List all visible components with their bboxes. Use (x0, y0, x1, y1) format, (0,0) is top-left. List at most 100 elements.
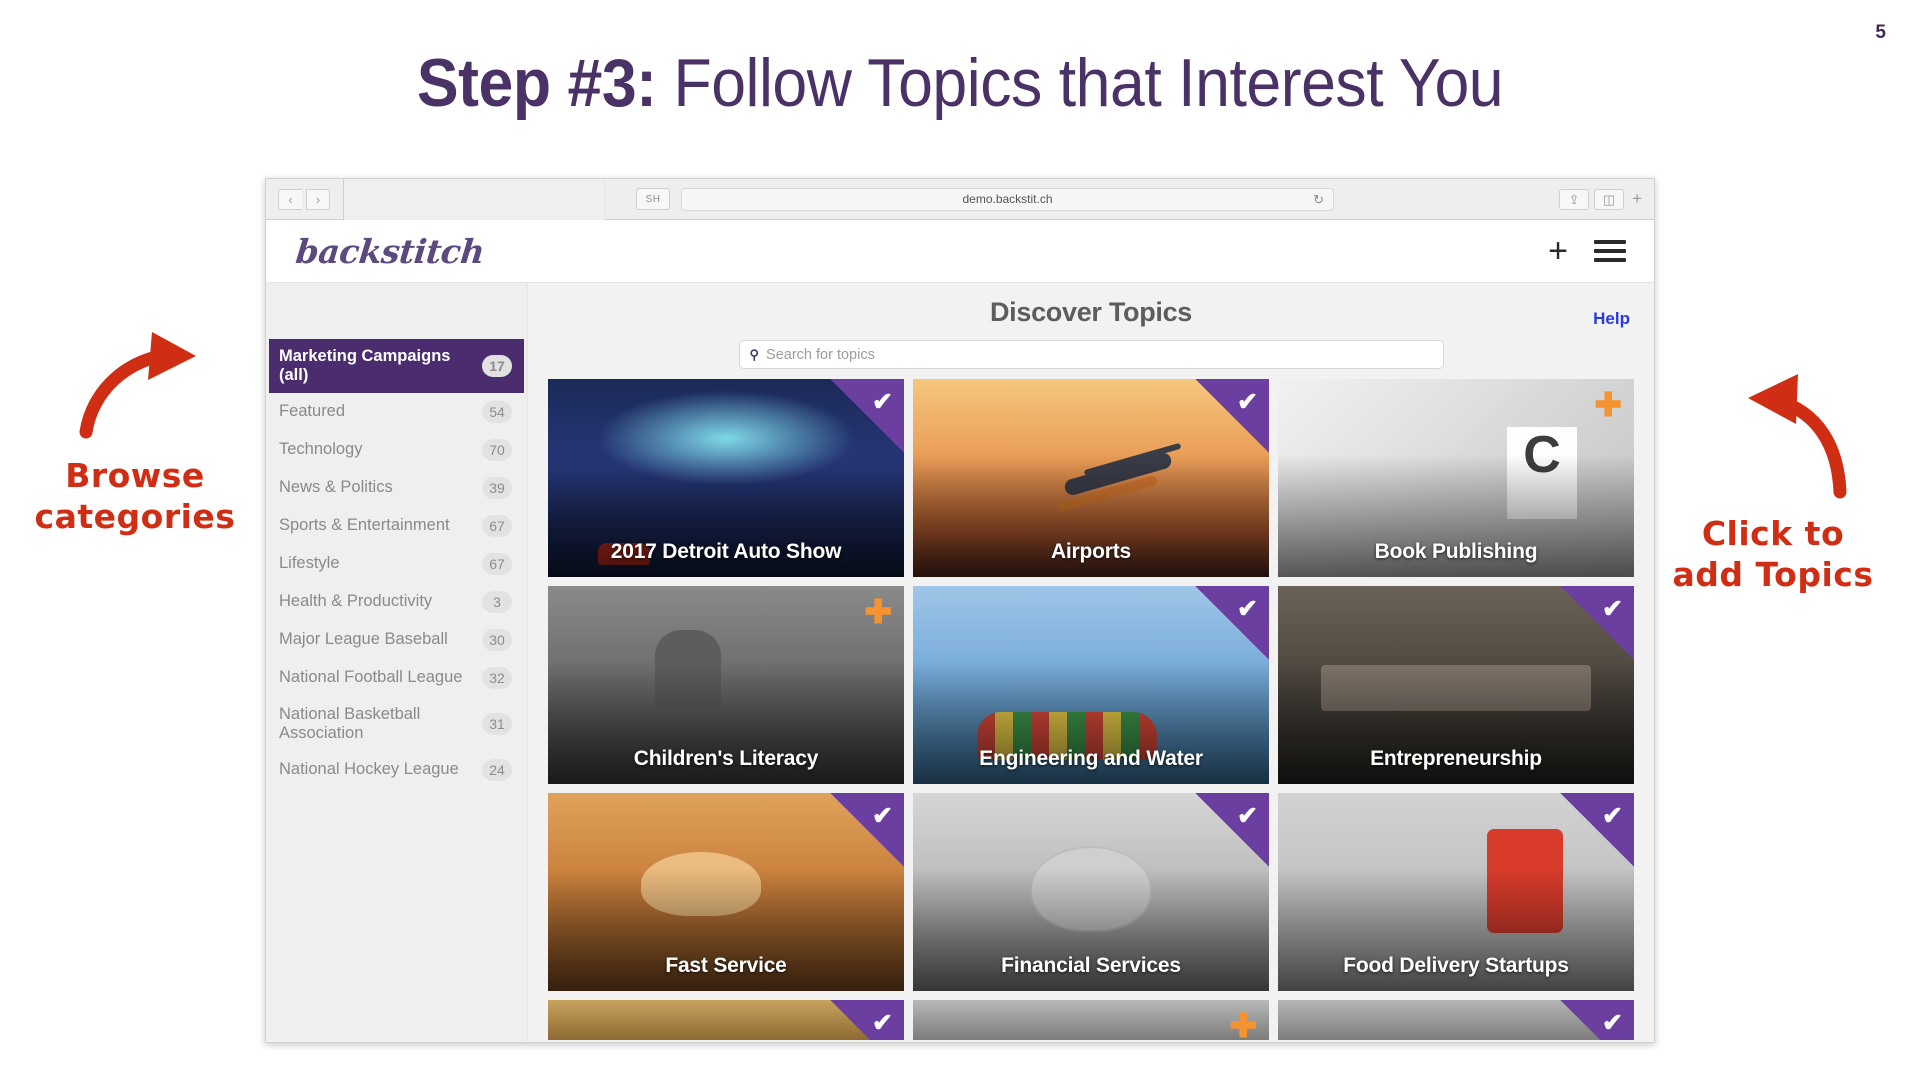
sidebar-item-count: 30 (482, 628, 512, 651)
url-text: demo.backstit.ch (962, 192, 1053, 206)
browser-chrome: ‹ › SH demo.backstit.ch ↻ ⇪ ◫ + (266, 179, 1654, 232)
topic-card-title: 2017 Detroit Auto Show (610, 540, 842, 563)
app-content: Marketing Campaigns (all) 17 Featured 54… (266, 283, 1654, 1042)
sidebar-item-count: 67 (482, 514, 512, 537)
topic-card[interactable]: ✔ Entrepreneurship (1278, 586, 1634, 784)
search-icon: ⚲ (749, 346, 760, 362)
sidebar-item-health-productivity[interactable]: Health & Productivity 3 (269, 583, 524, 621)
sidebar-item-news-politics[interactable]: News & Politics 39 (269, 469, 524, 507)
topic-card-title: Food Delivery Startups (1343, 954, 1569, 977)
search-input[interactable] (766, 346, 1433, 363)
add-topic-icon[interactable]: ✚ (1229, 1009, 1257, 1040)
browser-window: ‹ › SH demo.backstit.ch ↻ ⇪ ◫ + backstit… (265, 178, 1655, 1043)
subscribed-ribbon[interactable]: ✔ (1560, 793, 1634, 867)
sidebar-item-label: National Basketball Association (279, 704, 421, 742)
sidebar-item-count: 70 (482, 438, 512, 461)
app-header: backstitch + (266, 220, 1654, 283)
help-link[interactable]: Help (1593, 309, 1630, 329)
topic-card-image (913, 1000, 1269, 1040)
topic-card[interactable]: ✔ Engineering and Water (913, 586, 1269, 784)
category-sidebar: Marketing Campaigns (all) 17 Featured 54… (266, 283, 528, 1042)
topic-card-title: Entrepreneurship (1370, 747, 1542, 770)
check-icon: ✔ (1602, 802, 1623, 830)
topic-card[interactable]: ✔ (1278, 1000, 1634, 1040)
subscribed-ribbon[interactable]: ✔ (1195, 586, 1269, 660)
sidebar-item-count: 24 (482, 758, 512, 781)
reload-icon[interactable]: ↻ (1313, 192, 1324, 208)
topic-card[interactable]: ✚ Children's Literacy (548, 586, 904, 784)
sidebar-item-count: 31 (482, 712, 512, 735)
topic-card[interactable]: ✔ (548, 1000, 904, 1040)
subscribed-ribbon[interactable]: ✔ (1195, 379, 1269, 453)
topic-card-title: Fast Service (665, 954, 787, 977)
sidebar-item-national-hockey-league[interactable]: National Hockey League 24 (269, 751, 524, 789)
sidebar-item-national-football-league[interactable]: National Football League 32 (269, 659, 524, 697)
add-content-icon[interactable]: + (1548, 234, 1568, 268)
topic-card-title: Book Publishing (1374, 540, 1538, 563)
topic-card-title: Engineering and Water (979, 747, 1203, 770)
hamburger-menu-icon[interactable] (1594, 240, 1626, 262)
add-topic-icon[interactable]: ✚ (1594, 388, 1622, 421)
subscribed-ribbon[interactable]: ✔ (1560, 586, 1634, 660)
sidebar-item-label: National Football League (279, 668, 463, 687)
browse-arrow-icon (79, 332, 196, 439)
topic-card[interactable]: ✚ (913, 1000, 1269, 1040)
topic-card[interactable]: ✔ Food Delivery Startups (1278, 793, 1634, 991)
header-actions: + (1548, 234, 1626, 268)
share-button[interactable]: ⇪ (1559, 188, 1590, 210)
sidebar-item-count: 67 (482, 552, 512, 575)
sidebar-item-technology[interactable]: Technology 70 (269, 431, 524, 469)
back-button[interactable]: ‹ (278, 188, 302, 210)
topic-card[interactable]: ✔ 2017 Detroit Auto Show (548, 379, 904, 577)
subscribed-ribbon[interactable]: ✔ (1195, 793, 1269, 867)
topic-card[interactable]: ✔ Fast Service (548, 793, 904, 991)
url-bar[interactable]: demo.backstit.ch ↻ (681, 187, 1334, 211)
topic-card[interactable]: ✔ Airports (913, 379, 1269, 577)
sidebar-item-featured[interactable]: Featured 54 (269, 393, 524, 431)
discover-heading: Discover Topics (989, 297, 1193, 327)
discover-main: Discover Topics Help ⚲ ✔ 2017 Detroit Au… (528, 283, 1654, 1042)
sidebar-item-major-league-baseball[interactable]: Major League Baseball 30 (269, 621, 524, 659)
check-icon: ✔ (872, 802, 893, 830)
check-icon: ✔ (1602, 595, 1623, 623)
topic-card[interactable]: ✔ Financial Services (913, 793, 1269, 991)
topic-card[interactable]: ✚ Book Publishing (1278, 379, 1634, 577)
sh-badge[interactable]: SH (636, 188, 670, 210)
forward-button[interactable]: › (306, 188, 330, 210)
subscribed-ribbon[interactable]: ✔ (830, 379, 904, 453)
check-icon: ✔ (1237, 388, 1258, 416)
sidebar-item-label: Lifestyle (279, 554, 340, 573)
new-tab-button[interactable]: + (1632, 189, 1642, 209)
sidebar-item-label: Health & Productivity (279, 592, 433, 611)
subscribed-ribbon[interactable]: ✔ (830, 793, 904, 867)
sidebar-item-marketing-campaigns[interactable]: Marketing Campaigns (all) 17 (269, 339, 524, 393)
slide-number: 5 (1875, 22, 1886, 43)
sidebar-item-count: 54 (482, 400, 512, 423)
app-logo[interactable]: backstitch (294, 232, 486, 271)
page-title: Step #3: Follow Topics that Interest You (0, 47, 1920, 119)
tabs-button[interactable]: ◫ (1594, 188, 1625, 210)
sidebar-item-count: 17 (482, 354, 512, 377)
add-topics-arrow-icon (1748, 374, 1847, 499)
annotation-click-to-add: Click to add Topics (1672, 514, 1874, 595)
search-bar[interactable]: ⚲ (738, 340, 1444, 369)
sidebar-item-lifestyle[interactable]: Lifestyle 67 (269, 545, 524, 583)
subscribed-ribbon[interactable]: ✔ (1560, 1000, 1634, 1040)
sidebar-item-count: 32 (482, 666, 512, 689)
sidebar-item-label: Sports & Entertainment (279, 516, 450, 535)
sidebar-item-label: Technology (279, 440, 363, 459)
add-topic-icon[interactable]: ✚ (864, 595, 892, 628)
topic-card-title: Financial Services (1001, 954, 1181, 977)
topic-card-grid: ✔ 2017 Detroit Auto Show ✔ Airports C ✚ … (548, 379, 1634, 1040)
topic-card-title: Airports (1050, 540, 1132, 563)
sidebar-item-sports-entertainment[interactable]: Sports & Entertainment 67 (269, 507, 524, 545)
sidebar-item-label: News & Politics (279, 478, 393, 497)
check-icon: ✔ (1602, 1009, 1623, 1037)
slide-root: 5 Step #3: Follow Topics that Interest Y… (0, 0, 1920, 1080)
check-icon: ✔ (872, 1009, 893, 1037)
sidebar-item-count: 3 (482, 590, 512, 613)
sidebar-item-national-basketball-association[interactable]: National Basketball Association 31 (269, 697, 524, 751)
check-icon: ✔ (1237, 595, 1258, 623)
sidebar-item-label: Featured (279, 402, 346, 421)
subscribed-ribbon[interactable]: ✔ (830, 1000, 904, 1040)
